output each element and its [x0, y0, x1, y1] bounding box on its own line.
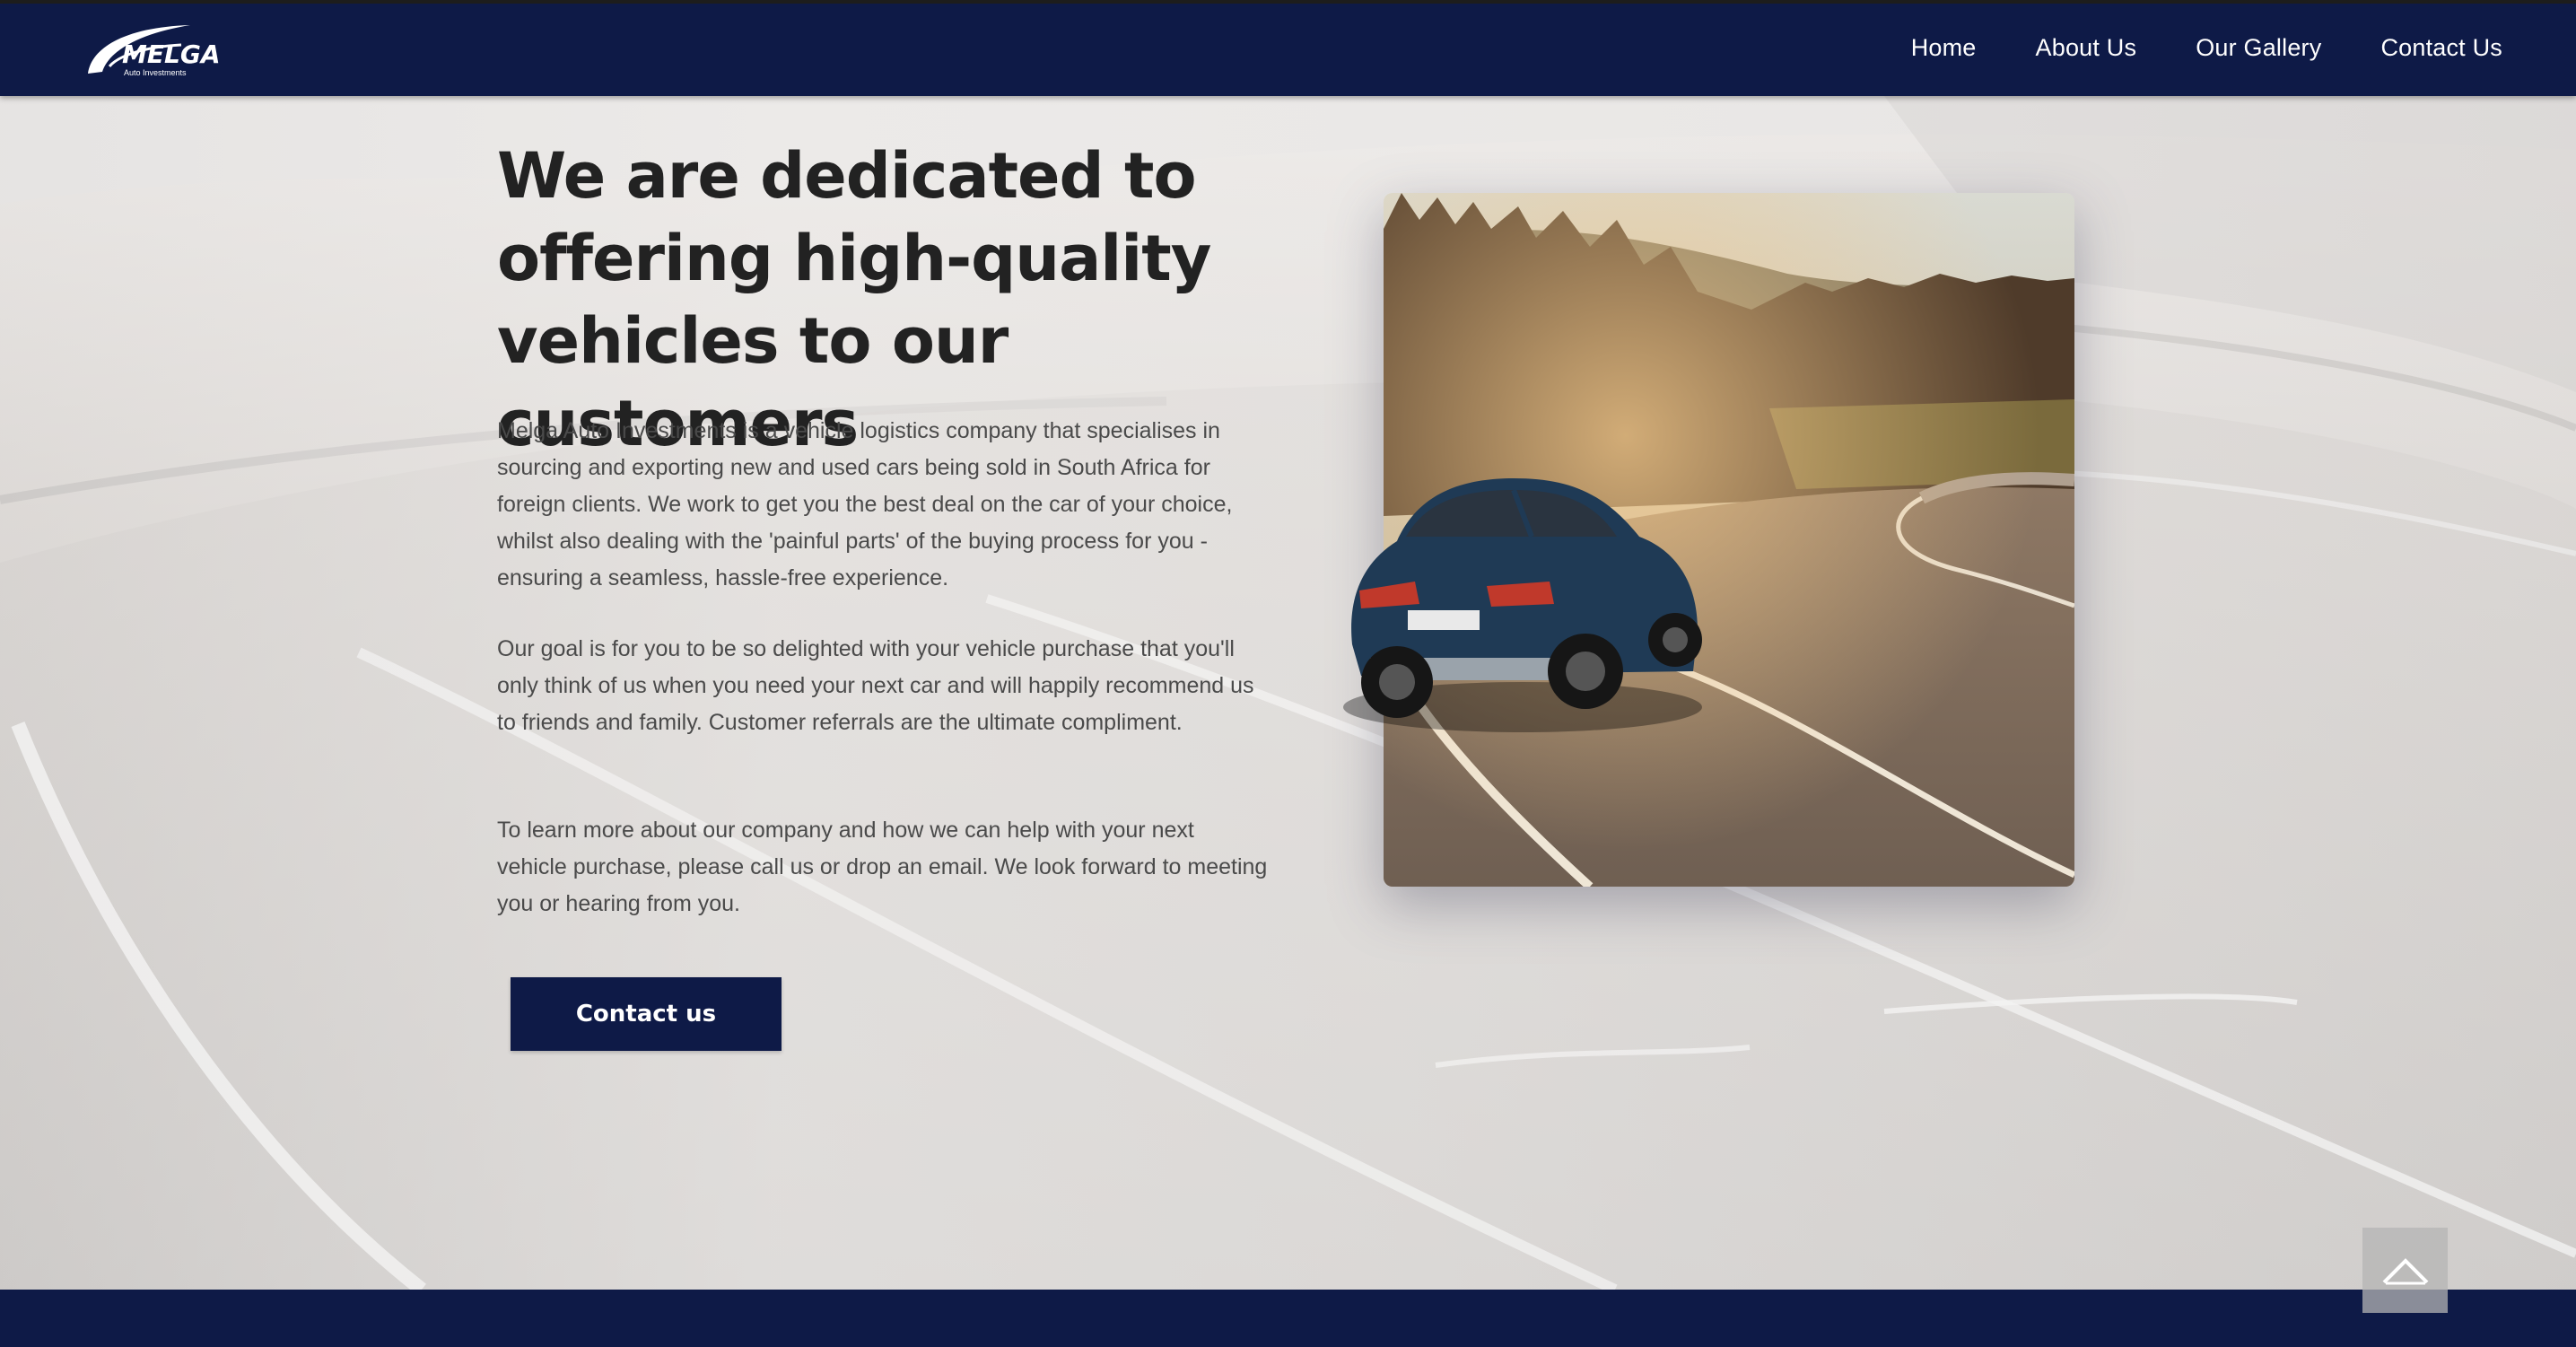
- contact-us-button[interactable]: Contact us: [511, 977, 782, 1051]
- main-nav: Home About Us Our Gallery Contact Us: [1911, 0, 2502, 96]
- car-image: [1343, 478, 1702, 732]
- learn-more-paragraph: To learn more about our company and how …: [497, 818, 1268, 916]
- svg-text:MELGA: MELGA: [122, 39, 220, 69]
- site-footer: [0, 1290, 2576, 1347]
- nav-contact-us[interactable]: Contact Us: [2380, 34, 2502, 62]
- goal-paragraph: Our goal is for you to be so delighted w…: [497, 636, 1254, 735]
- site-header: MELGA Auto Investments Home About Us Our…: [0, 0, 2576, 96]
- chevron-up-icon: [2382, 1257, 2428, 1284]
- intro-paragraph: Melga Auto Investments is a vehicle logi…: [497, 418, 1233, 590]
- nav-our-gallery[interactable]: Our Gallery: [2196, 34, 2321, 62]
- back-to-top-button[interactable]: [2362, 1228, 2448, 1313]
- nav-home[interactable]: Home: [1911, 34, 1977, 62]
- svg-text:Auto Investments: Auto Investments: [124, 68, 187, 77]
- site-logo[interactable]: MELGA Auto Investments: [83, 20, 226, 81]
- nav-about-us[interactable]: About Us: [2036, 34, 2137, 62]
